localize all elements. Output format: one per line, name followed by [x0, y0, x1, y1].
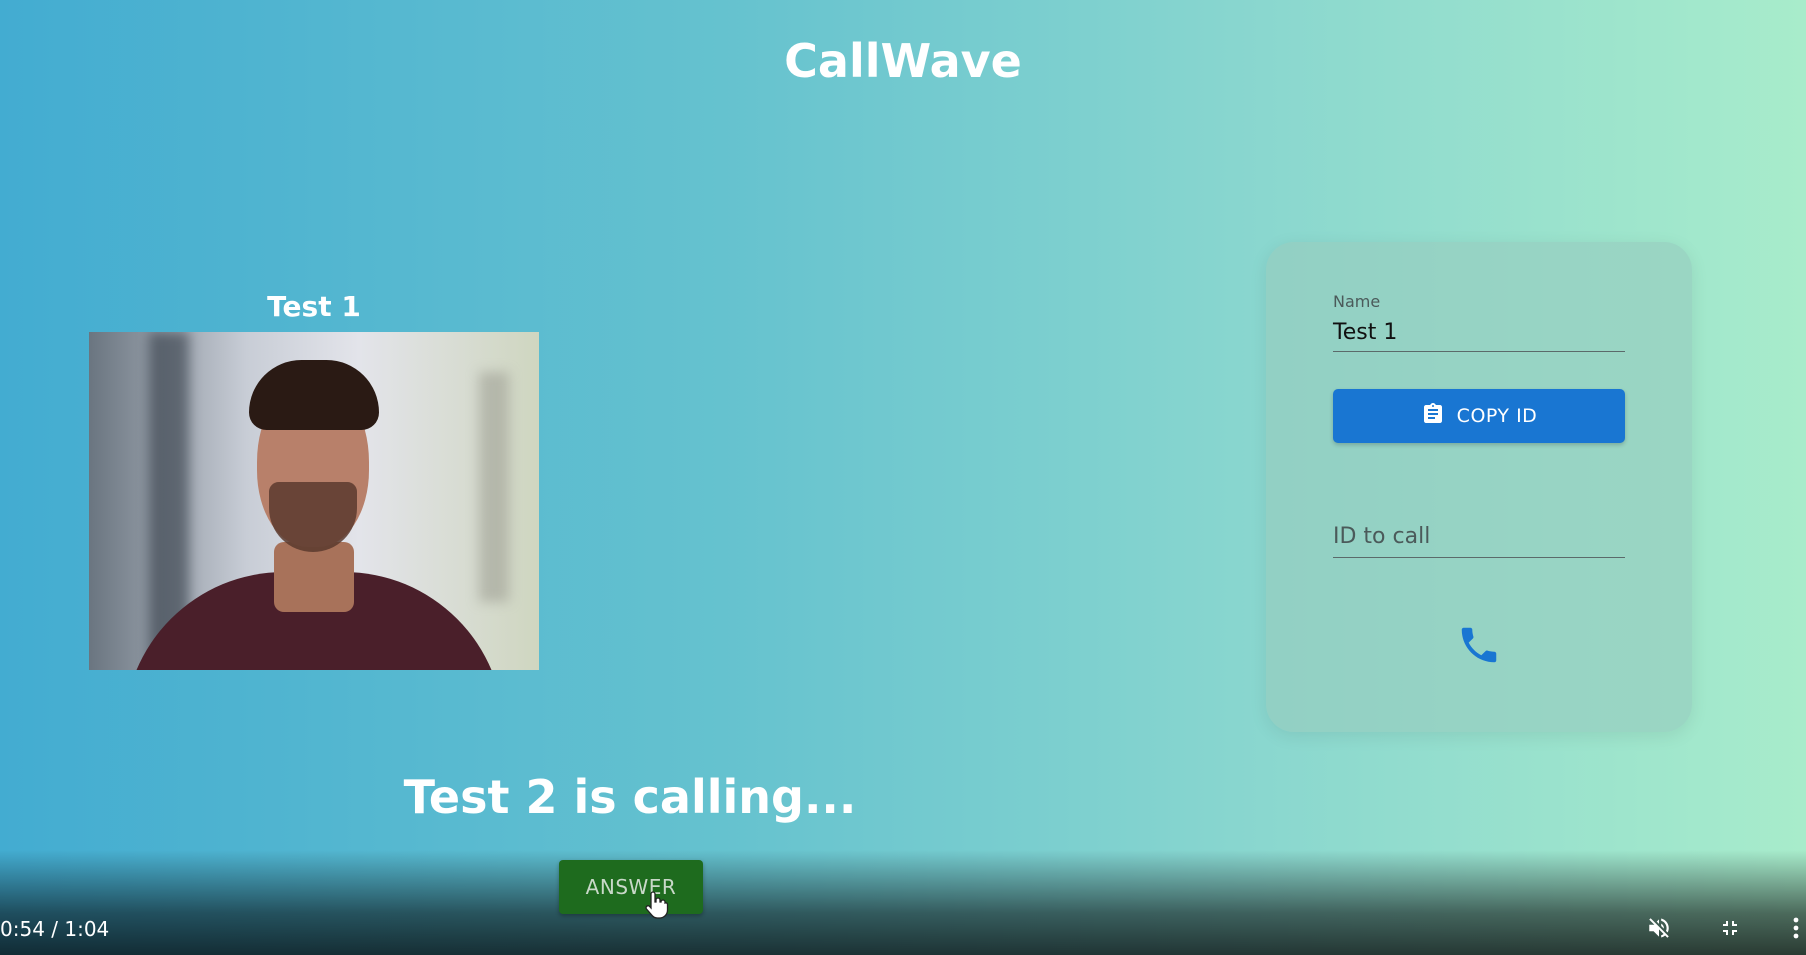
name-label: Name — [1333, 292, 1381, 311]
local-video-block: Test 1 — [89, 290, 539, 670]
more-options-button[interactable] — [1786, 914, 1806, 946]
answer-button[interactable]: ANSWER — [559, 860, 703, 914]
id-to-call-input[interactable] — [1333, 516, 1625, 558]
app-title: CallWave — [784, 34, 1022, 88]
copy-id-button[interactable]: COPY ID — [1333, 389, 1625, 443]
volume-off-icon — [1646, 915, 1672, 945]
hand-cursor-icon — [645, 890, 669, 924]
video-name: Test 1 — [267, 290, 361, 323]
copy-id-label: COPY ID — [1456, 405, 1538, 427]
clipboard-icon — [1421, 401, 1445, 431]
exit-fullscreen-button[interactable] — [1714, 914, 1746, 946]
fullscreen-exit-icon — [1718, 916, 1742, 944]
name-field[interactable]: Test 1 — [1333, 318, 1625, 352]
call-button[interactable] — [1452, 620, 1506, 674]
mute-button[interactable] — [1643, 914, 1675, 946]
playback-time: 0:54 / 1:04 — [0, 917, 110, 941]
call-card: Name Test 1 COPY ID — [1266, 242, 1692, 732]
more-vert-icon — [1788, 915, 1804, 945]
video-feed — [89, 332, 539, 670]
incoming-call-message: Test 2 is calling... — [403, 770, 857, 824]
player-controls-bar — [0, 850, 1806, 955]
phone-icon — [1456, 622, 1502, 672]
